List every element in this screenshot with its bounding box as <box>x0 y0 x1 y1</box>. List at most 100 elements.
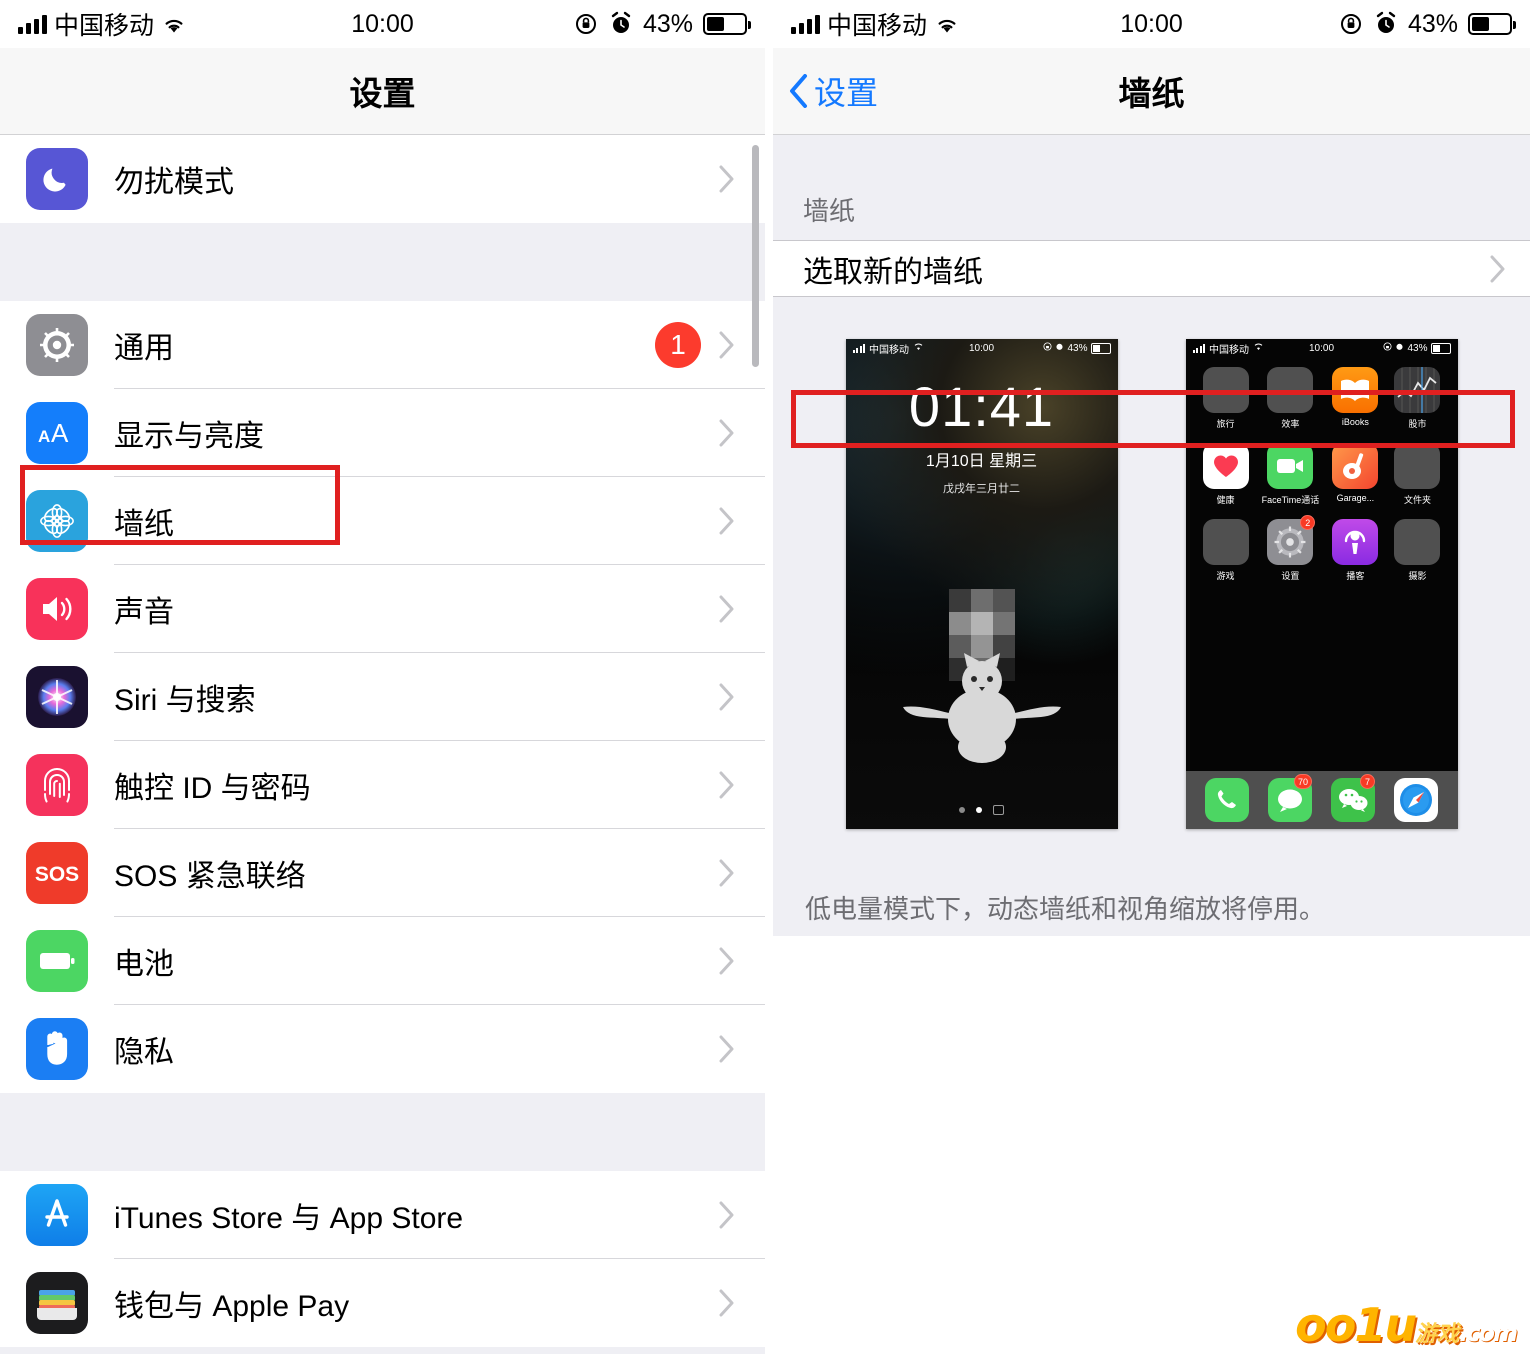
home-app-garageband[interactable]: Garage... <box>1329 443 1381 506</box>
home-app-health[interactable]: 健康 <box>1200 443 1252 506</box>
home-app-photography[interactable]: 摄影 <box>1391 519 1443 582</box>
dock-app-phone[interactable] <box>1205 778 1249 822</box>
ibooks-icon <box>1332 367 1379 413</box>
app-label: FaceTime通话 <box>1261 495 1320 505</box>
sidebar-item-sos[interactable]: SOS SOS 紧急联络 <box>0 829 765 917</box>
safari-icon <box>1394 778 1438 822</box>
home-dock: 70 7 <box>1185 771 1458 829</box>
home-app-podcasts[interactable]: 播客 <box>1329 519 1381 582</box>
preview-clock: 10:00 <box>968 342 995 354</box>
svg-text:SOS: SOS <box>35 863 79 886</box>
signal-bars-icon <box>791 14 820 34</box>
sidebar-item-label: 钱包与 Apple Pay <box>114 1290 350 1323</box>
sidebar-item-display-brightness[interactable]: AA 显示与亮度 <box>0 389 765 477</box>
chevron-right-icon <box>719 947 735 975</box>
chevron-left-icon <box>789 74 809 108</box>
wallpaper-previews: 中国移动 10:00 43% 01:41 1月10日 星期三 戊戌年三月廿二 中… <box>773 297 1530 865</box>
page-dot <box>959 807 965 813</box>
right-phone-screen: 中国移动 10:00 43% 设置 墙纸 墙纸 选取新的墙纸 中国移动 10:0… <box>773 0 1530 1354</box>
folder-icon <box>1202 367 1249 413</box>
general-gear-icon <box>26 314 88 376</box>
phone-icon <box>1205 778 1249 822</box>
wallpaper-icon <box>26 490 88 552</box>
battery-percent-label: 43% <box>1407 9 1458 38</box>
dock-app-messages[interactable]: 70 <box>1268 774 1312 822</box>
app-badge: 70 <box>1293 774 1312 789</box>
back-button-label: 设置 <box>814 75 879 111</box>
svg-text:A: A <box>51 418 69 448</box>
page-title: 墙纸 <box>1118 75 1185 112</box>
folder-icon <box>1202 519 1249 565</box>
rotation-lock-icon <box>573 11 599 37</box>
sidebar-item-general[interactable]: 通用 1 <box>0 301 765 389</box>
sidebar-item-do-not-disturb[interactable]: 勿扰模式 <box>0 135 765 223</box>
chevron-right-icon <box>719 595 735 623</box>
sidebar-item-itunes-app-store[interactable]: iTunes Store 与 App Store <box>0 1171 765 1259</box>
sidebar-item-label: 通用 <box>114 332 174 365</box>
alarm-clock-icon <box>609 11 633 37</box>
chevron-right-icon <box>719 683 735 711</box>
folder-icon <box>1394 443 1441 489</box>
sidebar-item-sounds[interactable]: 声音 <box>0 565 765 653</box>
sidebar-item-label: 隐私 <box>114 1036 174 1069</box>
wallpaper-settings-body: 墙纸 选取新的墙纸 中国移动 10:00 43% 01:41 1月10日 星期三… <box>773 135 1530 1354</box>
home-app-stocks[interactable]: 股市 <box>1391 367 1443 430</box>
home-app-facetime[interactable]: FaceTime通话 <box>1261 443 1320 506</box>
chevron-right-icon <box>719 1035 735 1063</box>
lock-screen-preview[interactable]: 中国移动 10:00 43% 01:41 1月10日 星期三 戊戌年三月廿二 <box>845 339 1118 829</box>
chevron-right-icon <box>719 165 735 193</box>
settings-list[interactable]: 勿扰模式 通用 1 A A 显示与亮度 墙纸 声音 Siri 与搜索 触控 ID… <box>0 135 765 1354</box>
page-dot-active <box>976 807 982 813</box>
home-app-settings[interactable]: 2 设置 <box>1262 515 1320 582</box>
battery-settings-icon <box>26 930 88 992</box>
sidebar-item-label: 声音 <box>114 596 174 629</box>
battery-icon <box>1430 342 1451 354</box>
home-app-games[interactable]: 游戏 <box>1200 519 1252 582</box>
sidebar-item-battery[interactable]: 电池 <box>0 917 765 1005</box>
empty-white-area <box>773 936 1530 1354</box>
sidebar-item-privacy[interactable]: 隐私 <box>0 1005 765 1093</box>
chevron-right-icon <box>719 419 735 447</box>
preview-status-bar: 中国移动 10:00 43% <box>1186 339 1458 357</box>
right-nav-bar: 设置 墙纸 <box>773 48 1530 135</box>
home-app-folder[interactable]: 文件夹 <box>1391 443 1443 506</box>
choose-new-wallpaper-row[interactable]: 选取新的墙纸 <box>773 240 1530 297</box>
app-label: 设置 <box>1281 571 1300 581</box>
page-title: 设置 <box>349 75 416 112</box>
sidebar-item-label: SOS 紧急联络 <box>114 860 306 893</box>
chevron-right-icon <box>719 771 735 799</box>
sos-icon: SOS <box>26 842 88 904</box>
dock-app-wechat[interactable]: 7 <box>1331 774 1375 822</box>
vertical-scrollbar[interactable] <box>752 145 759 367</box>
touch-id-icon <box>26 754 88 816</box>
home-app-productivity[interactable]: 效率 <box>1262 367 1320 430</box>
sidebar-item-label: 墙纸 <box>114 508 174 541</box>
podcasts-icon <box>1332 519 1379 565</box>
sidebar-item-siri-search[interactable]: Siri 与搜索 <box>0 653 765 741</box>
cat-wallpaper-subject <box>902 653 1061 763</box>
left-phone-screen: 中国移动 10:00 43% 设置 勿扰模式 通用 1 A A 显示与亮度 墙纸… <box>0 0 765 1354</box>
left-nav-bar: 设置 <box>0 48 765 135</box>
watermark-main: oo1u <box>1295 1298 1417 1352</box>
app-badge: 7 <box>1360 774 1375 789</box>
left-status-bar: 中国移动 10:00 43% <box>0 0 765 48</box>
back-button[interactable]: 设置 <box>789 68 878 114</box>
dock-app-safari[interactable] <box>1394 778 1438 822</box>
sidebar-item-label: 电池 <box>114 948 174 981</box>
status-left-group: 中国移动 <box>791 6 960 42</box>
battery-icon <box>1468 13 1516 35</box>
carrier-label: 中国移动 <box>54 12 155 40</box>
sidebar-item-wallet-apple-pay[interactable]: 钱包与 Apple Pay <box>0 1259 765 1347</box>
stocks-icon <box>1394 367 1441 413</box>
chevron-right-icon <box>1490 255 1506 283</box>
chevron-right-icon <box>719 331 735 359</box>
wallet-icon <box>26 1272 88 1334</box>
preview-clock: 10:00 <box>1308 342 1335 354</box>
home-screen-preview[interactable]: 中国移动 10:00 43% 旅行 效率 iBooks 股市 健康 FaceTi… <box>1185 339 1458 829</box>
home-app-ibooks[interactable]: iBooks <box>1329 367 1381 430</box>
svg-text:A: A <box>38 427 50 446</box>
status-right-group: 43% <box>573 10 751 39</box>
sidebar-item-wallpaper[interactable]: 墙纸 <box>0 477 765 565</box>
sidebar-item-touch-id[interactable]: 触控 ID 与密码 <box>0 741 765 829</box>
home-app-travel[interactable]: 旅行 <box>1200 367 1252 430</box>
